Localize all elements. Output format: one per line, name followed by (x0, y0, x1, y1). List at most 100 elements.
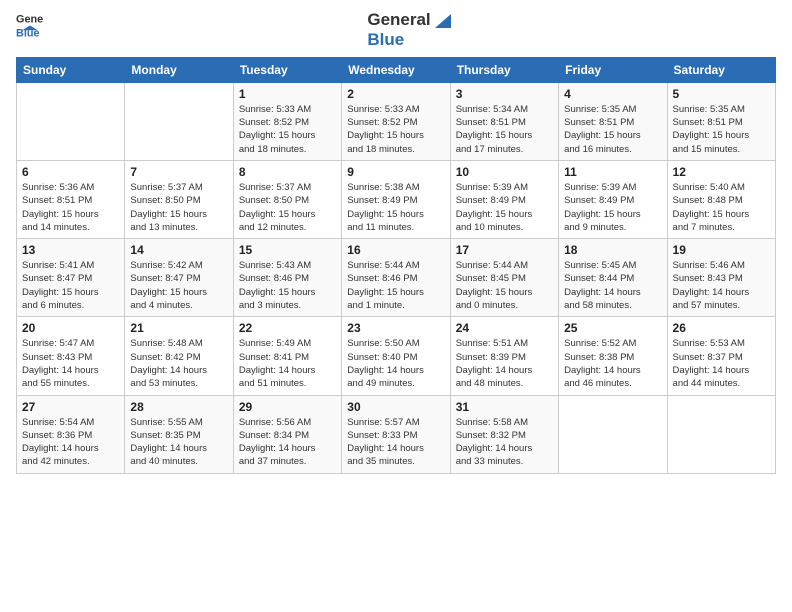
logo-blue: Blue (367, 30, 452, 50)
day-number: 3 (456, 87, 553, 101)
day-number: 7 (130, 165, 227, 179)
logo-general: General (367, 10, 430, 30)
day-number: 18 (564, 243, 661, 257)
day-number: 6 (22, 165, 119, 179)
day-info: Sunrise: 5:35 AM Sunset: 8:51 PM Dayligh… (673, 103, 770, 156)
day-info: Sunrise: 5:54 AM Sunset: 8:36 PM Dayligh… (22, 416, 119, 469)
day-number: 8 (239, 165, 336, 179)
week-row-2: 6 Sunrise: 5:36 AM Sunset: 8:51 PM Daylig… (17, 160, 776, 238)
calendar-cell (17, 82, 125, 160)
day-info: Sunrise: 5:44 AM Sunset: 8:45 PM Dayligh… (456, 259, 553, 312)
week-row-1: 1 Sunrise: 5:33 AM Sunset: 8:52 PM Daylig… (17, 82, 776, 160)
day-info: Sunrise: 5:55 AM Sunset: 8:35 PM Dayligh… (130, 416, 227, 469)
day-info: Sunrise: 5:58 AM Sunset: 8:32 PM Dayligh… (456, 416, 553, 469)
weekday-header-row: SundayMondayTuesdayWednesdayThursdayFrid… (17, 57, 776, 82)
day-info: Sunrise: 5:33 AM Sunset: 8:52 PM Dayligh… (347, 103, 444, 156)
day-info: Sunrise: 5:57 AM Sunset: 8:33 PM Dayligh… (347, 416, 444, 469)
calendar-cell: 20Sunrise: 5:47 AM Sunset: 8:43 PM Dayli… (17, 317, 125, 395)
calendar-cell: 15 Sunrise: 5:43 AM Sunset: 8:46 PM Dayli… (233, 239, 341, 317)
day-info: Sunrise: 5:41 AM Sunset: 8:47 PM Dayligh… (22, 259, 119, 312)
day-number: 10 (456, 165, 553, 179)
logo-icon: General Blue (16, 10, 44, 38)
day-number: 14 (130, 243, 227, 257)
day-number: 9 (347, 165, 444, 179)
calendar-cell: 12Sunrise: 5:40 AM Sunset: 8:48 PM Dayli… (667, 160, 775, 238)
day-number: 24 (456, 321, 553, 335)
calendar-cell: 29 Sunrise: 5:56 AM Sunset: 8:34 PM Dayli… (233, 395, 341, 473)
calendar-cell: 5 Sunrise: 5:35 AM Sunset: 8:51 PM Daylig… (667, 82, 775, 160)
day-number: 29 (239, 400, 336, 414)
day-info: Sunrise: 5:39 AM Sunset: 8:49 PM Dayligh… (456, 181, 553, 234)
calendar-cell: 24 Sunrise: 5:51 AM Sunset: 8:39 PM Dayli… (450, 317, 558, 395)
day-number: 22 (239, 321, 336, 335)
calendar-cell: 13 Sunrise: 5:41 AM Sunset: 8:47 PM Dayli… (17, 239, 125, 317)
calendar-cell: 28 Sunrise: 5:55 AM Sunset: 8:35 PM Dayli… (125, 395, 233, 473)
day-info: Sunrise: 5:53 AM Sunset: 8:37 PM Dayligh… (673, 337, 770, 390)
weekday-header-sunday: Sunday (17, 57, 125, 82)
header: General Blue GeneralBlue (16, 10, 776, 51)
day-number: 21 (130, 321, 227, 335)
calendar-cell: 9 Sunrise: 5:38 AM Sunset: 8:49 PM Daylig… (342, 160, 450, 238)
day-info: Sunrise: 5:38 AM Sunset: 8:49 PM Dayligh… (347, 181, 444, 234)
day-info: Sunrise: 5:56 AM Sunset: 8:34 PM Dayligh… (239, 416, 336, 469)
day-info: Sunrise: 5:35 AM Sunset: 8:51 PM Dayligh… (564, 103, 661, 156)
calendar-cell (667, 395, 775, 473)
day-number: 16 (347, 243, 444, 257)
day-number: 11 (564, 165, 661, 179)
day-number: 4 (564, 87, 661, 101)
day-number: 19 (673, 243, 770, 257)
weekday-header-friday: Friday (559, 57, 667, 82)
day-info: Sunrise: 5:51 AM Sunset: 8:39 PM Dayligh… (456, 337, 553, 390)
calendar-cell: 25 Sunrise: 5:52 AM Sunset: 8:38 PM Dayli… (559, 317, 667, 395)
day-info: Sunrise: 5:34 AM Sunset: 8:51 PM Dayligh… (456, 103, 553, 156)
page: General Blue GeneralBlue SundayMondayTue… (0, 0, 792, 612)
day-info: Sunrise: 5:45 AM Sunset: 8:44 PM Dayligh… (564, 259, 661, 312)
day-info: Sunrise: 5:40 AM Sunset: 8:48 PM Dayligh… (673, 181, 770, 234)
day-number: 26 (673, 321, 770, 335)
week-row-5: 27 Sunrise: 5:54 AM Sunset: 8:36 PM Dayli… (17, 395, 776, 473)
calendar-cell: 4 Sunrise: 5:35 AM Sunset: 8:51 PM Daylig… (559, 82, 667, 160)
day-number: 27 (22, 400, 119, 414)
day-info: Sunrise: 5:36 AM Sunset: 8:51 PM Dayligh… (22, 181, 119, 234)
day-number: 17 (456, 243, 553, 257)
day-number: 25 (564, 321, 661, 335)
calendar-cell: 26 Sunrise: 5:53 AM Sunset: 8:37 PM Dayli… (667, 317, 775, 395)
day-number: 13 (22, 243, 119, 257)
day-info: Sunrise: 5:42 AM Sunset: 8:47 PM Dayligh… (130, 259, 227, 312)
week-row-3: 13 Sunrise: 5:41 AM Sunset: 8:47 PM Dayli… (17, 239, 776, 317)
day-info: Sunrise: 5:43 AM Sunset: 8:46 PM Dayligh… (239, 259, 336, 312)
calendar-cell: 27 Sunrise: 5:54 AM Sunset: 8:36 PM Dayli… (17, 395, 125, 473)
day-info: Sunrise: 5:52 AM Sunset: 8:38 PM Dayligh… (564, 337, 661, 390)
day-info: Sunrise: 5:37 AM Sunset: 8:50 PM Dayligh… (239, 181, 336, 234)
calendar-cell: 10 Sunrise: 5:39 AM Sunset: 8:49 PM Dayli… (450, 160, 558, 238)
day-number: 28 (130, 400, 227, 414)
calendar-cell: 31 Sunrise: 5:58 AM Sunset: 8:32 PM Dayli… (450, 395, 558, 473)
day-info: Sunrise: 5:39 AM Sunset: 8:49 PM Dayligh… (564, 181, 661, 234)
day-info: Sunrise: 5:48 AM Sunset: 8:42 PM Dayligh… (130, 337, 227, 390)
day-number: 15 (239, 243, 336, 257)
calendar-cell: 7Sunrise: 5:37 AM Sunset: 8:50 PM Daylig… (125, 160, 233, 238)
calendar-cell: 3 Sunrise: 5:34 AM Sunset: 8:51 PM Daylig… (450, 82, 558, 160)
calendar-table: SundayMondayTuesdayWednesdayThursdayFrid… (16, 57, 776, 474)
calendar-cell: 6 Sunrise: 5:36 AM Sunset: 8:51 PM Daylig… (17, 160, 125, 238)
calendar-cell: 16Sunrise: 5:44 AM Sunset: 8:46 PM Dayli… (342, 239, 450, 317)
calendar-cell (559, 395, 667, 473)
day-info: Sunrise: 5:33 AM Sunset: 8:52 PM Dayligh… (239, 103, 336, 156)
weekday-header-wednesday: Wednesday (342, 57, 450, 82)
svg-text:General: General (16, 13, 44, 25)
day-number: 23 (347, 321, 444, 335)
logo-text-block: GeneralBlue (367, 10, 452, 51)
day-number: 1 (239, 87, 336, 101)
weekday-header-saturday: Saturday (667, 57, 775, 82)
calendar-cell: 11 Sunrise: 5:39 AM Sunset: 8:49 PM Dayli… (559, 160, 667, 238)
weekday-header-tuesday: Tuesday (233, 57, 341, 82)
calendar-cell: 17 Sunrise: 5:44 AM Sunset: 8:45 PM Dayli… (450, 239, 558, 317)
day-number: 5 (673, 87, 770, 101)
day-number: 31 (456, 400, 553, 414)
calendar-cell: 18 Sunrise: 5:45 AM Sunset: 8:44 PM Dayli… (559, 239, 667, 317)
svg-text:Blue: Blue (16, 27, 40, 38)
day-info: Sunrise: 5:49 AM Sunset: 8:41 PM Dayligh… (239, 337, 336, 390)
calendar-cell: 21 Sunrise: 5:48 AM Sunset: 8:42 PM Dayli… (125, 317, 233, 395)
day-info: Sunrise: 5:50 AM Sunset: 8:40 PM Dayligh… (347, 337, 444, 390)
weekday-header-thursday: Thursday (450, 57, 558, 82)
